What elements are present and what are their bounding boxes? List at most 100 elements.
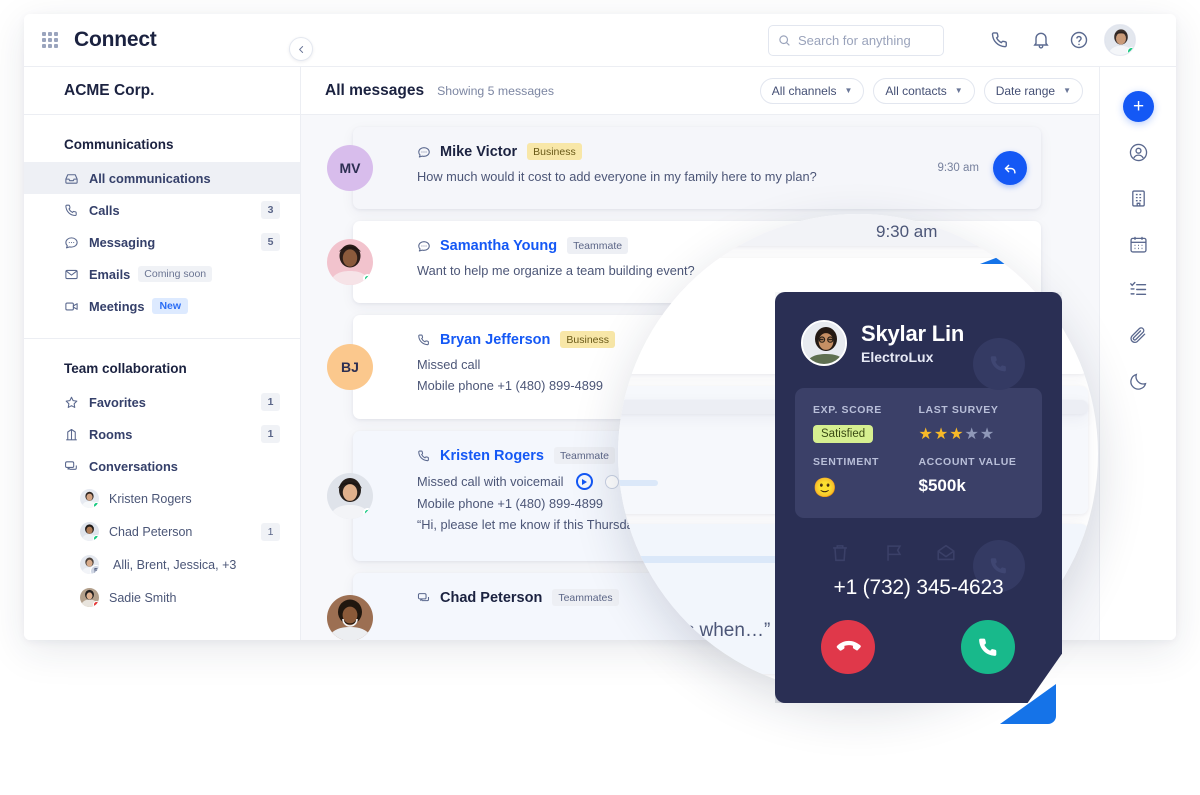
right-icon-rail: +	[1099, 67, 1176, 640]
tasks-list-icon[interactable]	[1128, 279, 1149, 300]
list-item-label: Kristen Rogers	[109, 491, 192, 506]
chat-bubble-icon	[418, 146, 430, 157]
star-icon	[65, 396, 78, 408]
phone-icon	[418, 450, 429, 461]
phone-icon	[65, 204, 77, 216]
avatar	[80, 489, 99, 508]
add-button[interactable]: +	[1123, 91, 1154, 122]
chevron-down-icon: ▼	[844, 86, 853, 95]
caller-name: Skylar Lin	[861, 321, 965, 346]
sidebar-item-emails[interactable]: Emails Coming soon	[24, 258, 300, 290]
stat-label: SENTIMENT	[813, 456, 880, 468]
sidebar-item-all-communications[interactable]: All communications	[24, 162, 300, 194]
phone-icon[interactable]	[990, 30, 1010, 50]
stat-account-value: ACCOUNT VALUE $500k	[919, 456, 1025, 500]
sidebar-collapse-button[interactable]	[289, 37, 313, 61]
bell-icon[interactable]	[1031, 30, 1051, 50]
org-name: ACME Corp.	[64, 81, 155, 99]
main-header: All messages Showing 5 messages All chan…	[301, 67, 1099, 115]
avatar	[327, 595, 373, 640]
apps-grid-icon[interactable]	[42, 32, 58, 48]
caller-identity: Skylar Lin ElectroLux	[861, 321, 964, 365]
stat-value: Satisfied	[813, 424, 919, 443]
contact-name[interactable]: Chad Peterson	[440, 590, 542, 606]
help-icon[interactable]	[1069, 30, 1089, 50]
sidebar-item-rooms[interactable]: Rooms 1	[24, 418, 300, 450]
calendar-icon[interactable]	[1128, 234, 1149, 255]
status-badge: Teammates	[552, 589, 619, 606]
results-count: Showing 5 messages	[437, 83, 554, 98]
sentiment-emoji-icon: 🙂	[813, 478, 837, 499]
paperclip-icon[interactable]	[1128, 325, 1149, 346]
phone-icon	[990, 558, 1006, 574]
phone-number: +1 (732) 345-4623	[833, 576, 1004, 599]
user-avatar[interactable]	[1104, 24, 1136, 56]
envelope-open-icon	[937, 544, 955, 561]
list-item-label: Sadie Smith	[109, 590, 177, 605]
ghost-phone-icon	[973, 338, 1025, 390]
envelope-icon	[65, 269, 78, 279]
building-icon	[66, 428, 77, 440]
phone-icon	[978, 638, 996, 656]
message-preview: How much would it cost to add everyone i…	[417, 169, 817, 184]
lens-bg-card	[618, 214, 1088, 246]
stat-label: EXP. SCORE	[813, 404, 882, 416]
status-indicator	[93, 502, 99, 508]
contact-name[interactable]: Bryan Jefferson	[440, 332, 550, 348]
contact-name[interactable]: Samantha Young	[440, 238, 557, 254]
moon-icon[interactable]	[1128, 371, 1149, 392]
decline-call-button[interactable]	[821, 620, 875, 674]
sidebar-item-calls[interactable]: Calls 3	[24, 194, 300, 226]
chevron-down-icon: ▼	[1063, 86, 1071, 95]
lens-bg-text: 9:30 am	[876, 222, 938, 241]
star-icon: ★	[964, 426, 980, 443]
status-indicator	[1127, 47, 1135, 55]
accept-call-button[interactable]	[961, 620, 1015, 674]
contact-name[interactable]: Mike Victor	[440, 144, 517, 160]
chat-bubble-icon	[418, 240, 430, 251]
list-item[interactable]: Sadie Smith	[24, 581, 300, 614]
caller-avatar	[801, 320, 847, 366]
table-row[interactable]: MV Mike Victor Business How much would i…	[327, 127, 1041, 209]
filter-bar: All channels ▼ All contacts ▼ Date range…	[751, 77, 1083, 104]
call-status: Missed call with voicemail	[417, 474, 564, 489]
contact-name[interactable]: Kristen Rogers	[440, 448, 544, 464]
phone-hangup-icon	[836, 640, 861, 651]
filter-all-channels[interactable]: All channels ▼	[759, 77, 865, 104]
stat-label: LAST SURVEY	[918, 404, 999, 416]
sidebar-item-label: Emails	[89, 266, 131, 282]
sidebar-item-meetings[interactable]: Meetings New	[24, 290, 300, 322]
caller-stats-panel: EXP. SCORE Satisfied LAST SURVEY ★★★★★ S…	[795, 388, 1042, 518]
status-indicator	[93, 535, 99, 541]
building-icon[interactable]	[1128, 188, 1149, 209]
sidebar-item-conversations[interactable]: Conversations	[24, 450, 300, 482]
status-badge: Business	[527, 143, 582, 160]
status-indicator	[93, 601, 99, 607]
list-item-badge: 1	[261, 522, 280, 541]
sidebar-item-tag: Coming soon	[138, 266, 213, 282]
star-icon: ★	[933, 426, 950, 443]
flag-icon	[887, 545, 902, 561]
avatar-image	[327, 595, 373, 640]
avatar	[327, 239, 373, 285]
sidebar-item-favorites[interactable]: Favorites 1	[24, 386, 300, 418]
sidebar-item-label: Rooms	[89, 426, 133, 442]
trash-icon	[833, 545, 847, 562]
group-count: 5	[90, 565, 99, 574]
sidebar-item-tag: New	[152, 298, 189, 314]
list-item[interactable]: 5 Alli, Brent, Jessica, +3	[24, 548, 300, 581]
reply-button[interactable]	[993, 151, 1027, 185]
sidebar-item-messaging[interactable]: Messaging 5	[24, 226, 300, 258]
play-icon[interactable]	[575, 473, 593, 490]
list-item[interactable]: Kristen Rogers	[24, 482, 300, 515]
contact-icon[interactable]	[1128, 142, 1149, 163]
voicemail-scrubber-handle[interactable]	[604, 474, 619, 489]
filter-all-contacts[interactable]: All contacts ▼	[873, 77, 975, 104]
list-item[interactable]: Chad Peterson 1	[24, 515, 300, 548]
avatar-initials: BJ	[341, 359, 359, 375]
avatar: MV	[327, 145, 373, 191]
chevron-down-icon: ▼	[954, 86, 963, 95]
incoming-call-card: Skylar Lin ElectroLux EXP. SCORE Satisfi…	[775, 292, 1062, 703]
filter-date-range[interactable]: Date range ▼	[983, 77, 1083, 104]
search-input[interactable]: Search for anything	[768, 25, 944, 56]
